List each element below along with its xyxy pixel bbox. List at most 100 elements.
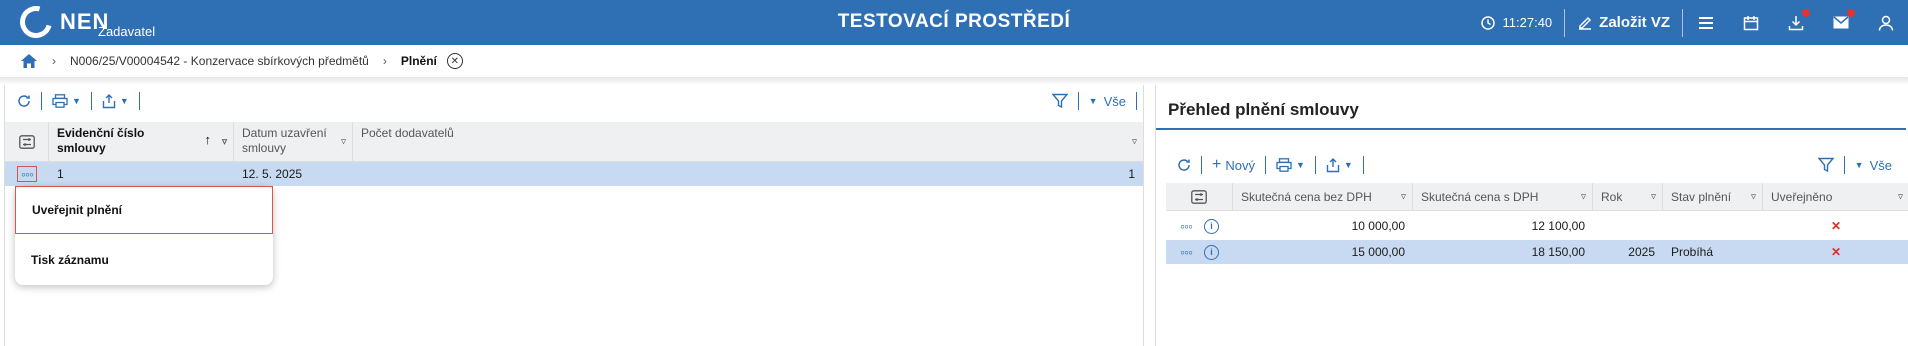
column-header-published[interactable]: Uveřejněno ▿ bbox=[1763, 183, 1908, 210]
column-header-price-vat[interactable]: Skutečná cena s DPH ▿ bbox=[1413, 183, 1593, 210]
messages-button[interactable] bbox=[1818, 0, 1863, 45]
column-header-status[interactable]: Stav plnění ▿ bbox=[1663, 183, 1763, 210]
info-icon[interactable]: i bbox=[1203, 218, 1219, 234]
mail-icon bbox=[1833, 16, 1848, 29]
plus-icon: + bbox=[1212, 156, 1222, 173]
cell-status: Probíhá bbox=[1671, 245, 1714, 259]
download-icon bbox=[1788, 15, 1803, 30]
row-actions-button[interactable]: ◦◦◦ bbox=[5, 162, 49, 186]
column-header-contract-number[interactable]: Evidenční číslo smlouvy ↑ ▿ bbox=[49, 122, 234, 161]
view-select[interactable]: ▼ Vše bbox=[1083, 94, 1132, 109]
refresh-button[interactable] bbox=[11, 94, 37, 108]
share-icon bbox=[1326, 157, 1340, 172]
table-row[interactable]: ◦◦◦ 1 12. 5. 2025 1 bbox=[5, 162, 1143, 186]
chevron-down-icon: ▼ bbox=[119, 96, 129, 106]
right-toolbar: + Nový ▼ ▼ bbox=[1171, 153, 1368, 177]
divider bbox=[1264, 156, 1266, 174]
print-button[interactable]: ▼ bbox=[46, 94, 87, 108]
table-row[interactable]: ◦◦◦ i 15 000,00 18 150,00 2025 Probíhá ✕ bbox=[1166, 240, 1908, 264]
more-icon[interactable]: ◦◦◦ bbox=[1180, 218, 1193, 234]
export-button[interactable]: ▼ bbox=[96, 93, 135, 109]
right-filter-bar: ▼ Vše bbox=[1812, 153, 1898, 177]
settings-icon bbox=[1191, 189, 1207, 204]
column-header-label: Skutečná cena s DPH bbox=[1421, 190, 1539, 204]
divider bbox=[90, 92, 92, 110]
refresh-icon bbox=[18, 95, 30, 107]
column-header-label: Uveřejněno bbox=[1771, 190, 1833, 204]
column-filter-icon[interactable]: ▿ bbox=[1581, 191, 1586, 202]
refresh-button[interactable] bbox=[1171, 158, 1197, 172]
divider bbox=[1843, 156, 1845, 174]
more-icon[interactable]: ◦◦◦ bbox=[1180, 244, 1193, 260]
menu-button[interactable] bbox=[1683, 0, 1728, 45]
divider bbox=[0, 77, 1908, 85]
cell-contract-number: 1 bbox=[57, 167, 64, 181]
close-tab-icon[interactable]: ✕ bbox=[446, 53, 463, 69]
column-settings-button[interactable] bbox=[1166, 183, 1233, 210]
calendar-icon bbox=[1743, 15, 1758, 30]
column-filter-icon[interactable]: ▿ bbox=[1898, 191, 1903, 202]
row-actions: ◦◦◦ i bbox=[1166, 214, 1233, 238]
column-filter-icon[interactable]: ▿ bbox=[1132, 136, 1137, 147]
column-header-suppliers[interactable]: Počet dodavatelů ▿ bbox=[353, 122, 1143, 161]
breadcrumb-current: Plnění bbox=[400, 54, 437, 68]
cell-price-no-vat: 15 000,00 bbox=[1351, 245, 1405, 259]
filter-button[interactable] bbox=[1046, 93, 1074, 109]
column-filter-icon[interactable]: ▿ bbox=[341, 136, 346, 147]
sort-up-icon[interactable]: ↑ bbox=[205, 132, 212, 147]
clock-icon bbox=[1480, 15, 1495, 30]
column-filter-icon[interactable]: ▿ bbox=[1651, 191, 1656, 202]
contracts-grid-header: Evidenční číslo smlouvy ↑ ▿ Datum uzavře… bbox=[5, 122, 1143, 162]
cell-price-vat: 12 100,00 bbox=[1531, 219, 1585, 233]
chevron-right-icon: › bbox=[52, 54, 56, 68]
new-button[interactable]: + Nový bbox=[1206, 156, 1261, 174]
column-filter-icon[interactable]: ▿ bbox=[1751, 191, 1756, 202]
info-icon[interactable]: i bbox=[1203, 244, 1219, 260]
cell-year: 2025 bbox=[1628, 245, 1655, 259]
column-header-price-no-vat[interactable]: Skutečná cena bez DPH ▿ bbox=[1233, 183, 1413, 210]
divider bbox=[1201, 156, 1202, 174]
fulfillment-grid-header: Skutečná cena bez DPH ▿ Skutečná cena s … bbox=[1166, 183, 1908, 211]
not-published-icon: ✕ bbox=[1830, 219, 1842, 233]
column-settings-button[interactable] bbox=[5, 122, 49, 161]
create-vz-button[interactable]: Založit VZ bbox=[1565, 0, 1682, 45]
create-vz-label: Založit VZ bbox=[1599, 14, 1670, 31]
new-button-label: Nový bbox=[1225, 157, 1255, 173]
downloads-button[interactable] bbox=[1773, 0, 1818, 45]
edit-icon bbox=[1579, 16, 1592, 30]
column-header-label: Evidenční číslo smlouvy bbox=[57, 126, 145, 155]
column-filter-icon[interactable]: ▿ bbox=[222, 136, 227, 147]
table-row[interactable]: ◦◦◦ i 10 000,00 12 100,00 ✕ bbox=[1166, 214, 1908, 238]
view-select-label: Vše bbox=[1869, 157, 1892, 173]
user-icon bbox=[1878, 15, 1893, 31]
divider bbox=[1077, 92, 1079, 110]
cell-price-vat: 18 150,00 bbox=[1531, 245, 1585, 259]
divider bbox=[1136, 92, 1137, 110]
print-button[interactable]: ▼ bbox=[1270, 158, 1311, 172]
column-header-label: Datum uzavření smlouvy bbox=[242, 126, 327, 155]
breadcrumb-item-vz[interactable]: N006/25/V00004542 - Konzervace sbírkovýc… bbox=[70, 54, 369, 68]
fulfillment-panel: Přehled plnění smlouvy + Nový ▼ ▼ ▼ Vše bbox=[1155, 85, 1908, 346]
chevron-down-icon: ▼ bbox=[1295, 160, 1305, 170]
user-button[interactable] bbox=[1863, 0, 1908, 45]
cell-status bbox=[1663, 214, 1763, 238]
cell-date: 12. 5. 2025 bbox=[242, 167, 303, 181]
refresh-icon bbox=[1178, 159, 1190, 171]
chevron-down-icon: ▼ bbox=[72, 96, 81, 106]
home-icon[interactable] bbox=[20, 53, 38, 69]
cell-published: ✕ bbox=[1763, 214, 1908, 238]
column-header-date[interactable]: Datum uzavření smlouvy ▿ bbox=[234, 122, 353, 161]
menu-item-print[interactable]: Tisk záznamu bbox=[15, 236, 273, 284]
divider bbox=[138, 92, 140, 110]
notification-dot bbox=[1847, 9, 1855, 17]
calendar-button[interactable] bbox=[1728, 0, 1773, 45]
export-button[interactable]: ▼ bbox=[1320, 157, 1359, 173]
session-timer: 11:27:40 bbox=[1469, 0, 1565, 45]
menu-item-publish[interactable]: Uveřejnit plnění bbox=[15, 186, 273, 234]
column-header-year[interactable]: Rok ▿ bbox=[1593, 183, 1663, 210]
view-select[interactable]: ▼ Vše bbox=[1849, 158, 1898, 173]
column-filter-icon[interactable]: ▿ bbox=[1401, 191, 1406, 202]
filter-button[interactable] bbox=[1812, 157, 1840, 173]
divider bbox=[1362, 156, 1364, 174]
cell-suppliers: 1 bbox=[1128, 167, 1135, 181]
